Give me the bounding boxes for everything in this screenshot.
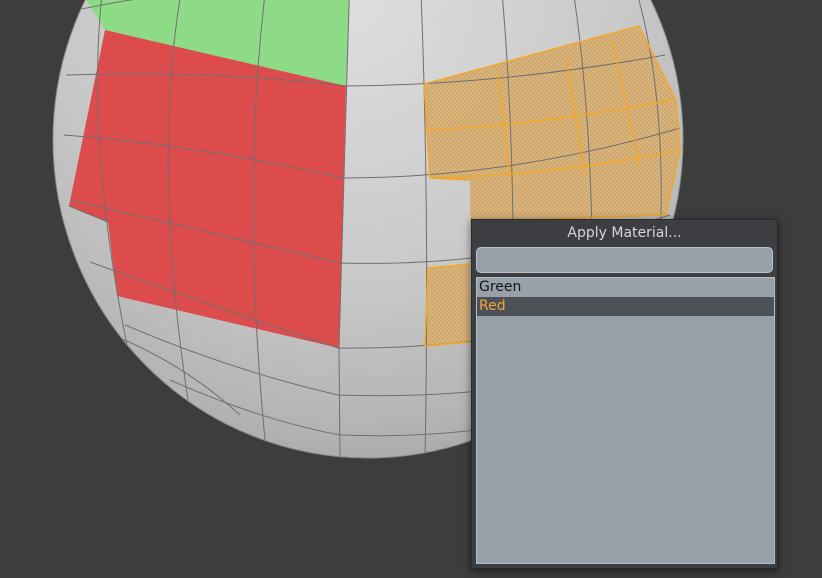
material-filter-input[interactable] bbox=[476, 247, 773, 273]
popup-title: Apply Material... bbox=[567, 225, 682, 241]
material-list-item-green[interactable]: Green bbox=[477, 278, 774, 297]
material-list-item-red[interactable]: Red bbox=[477, 297, 774, 316]
apply-material-popup: Apply Material... Green Red bbox=[471, 219, 778, 569]
material-list: Green Red bbox=[476, 277, 775, 564]
